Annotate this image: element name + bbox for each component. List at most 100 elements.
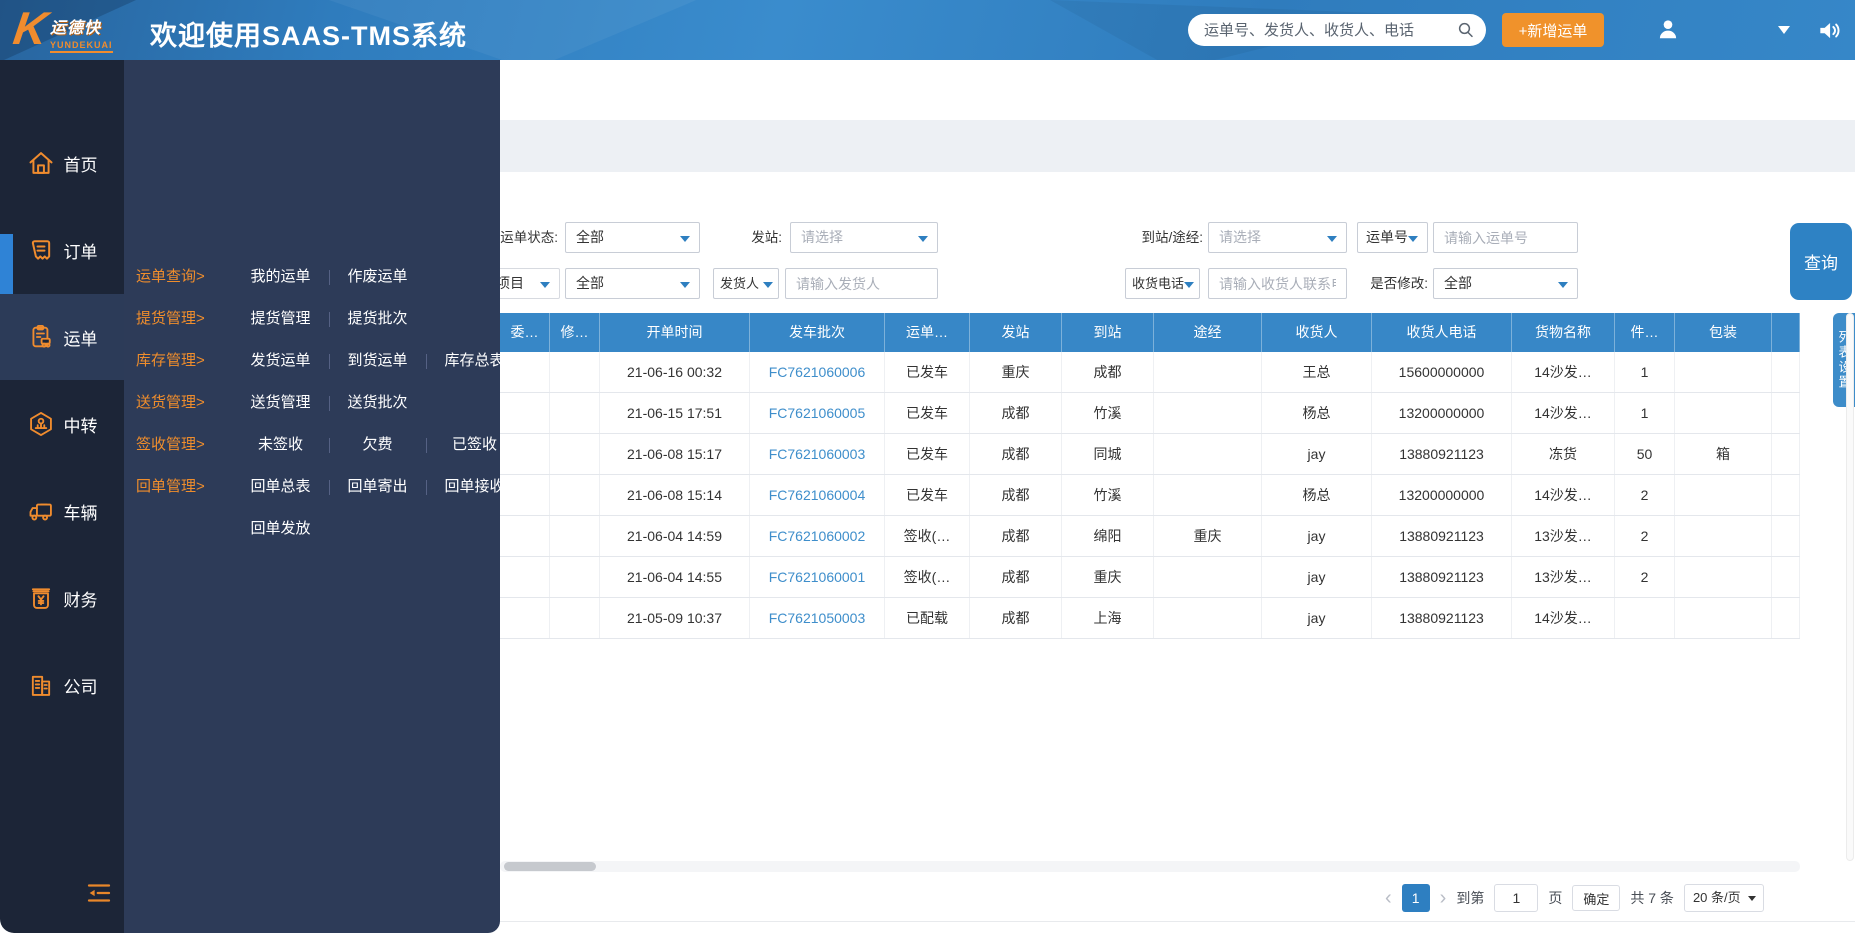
table-cell: 竹溪 xyxy=(1062,475,1154,515)
batch-link[interactable]: FC7621060001 xyxy=(750,557,885,597)
table-cell xyxy=(500,557,550,597)
submenu-group-label[interactable]: 签收管理> xyxy=(136,424,230,466)
horizontal-scrollbar[interactable] xyxy=(500,861,1800,872)
submenu-group-label[interactable]: 回单管理> xyxy=(136,466,230,508)
logo-romanized: YUNDEKUAI xyxy=(50,40,113,53)
table-cell: 成都 xyxy=(1062,352,1154,392)
submenu-item[interactable]: 回单接收 xyxy=(426,466,523,508)
goto-confirm-button[interactable]: 确定 xyxy=(1572,885,1620,911)
chevron-down-icon[interactable] xyxy=(1778,26,1790,40)
table-cell: jay xyxy=(1262,434,1372,474)
table-cell xyxy=(1675,475,1772,515)
submenu-item[interactable]: 未签收 xyxy=(232,424,329,466)
user-avatar-icon[interactable] xyxy=(1655,16,1681,42)
brand-logo[interactable]: K 运德快 YUNDEKUAI xyxy=(14,6,134,54)
table-cell: 21-06-15 17:51 xyxy=(600,393,750,433)
submenu-group-label[interactable]: 送货管理> xyxy=(136,382,230,424)
next-page-icon[interactable]: › xyxy=(1440,884,1447,912)
pagination: ‹ 1 › 到第 页 确定 共 7 条 20 条/页 xyxy=(1385,884,1764,912)
submenu-row: 回单管理>回单总表回单寄出回单接收 xyxy=(124,466,500,508)
submenu-item[interactable]: 已签收 xyxy=(426,424,523,466)
submenu-item[interactable]: 回单发放 xyxy=(232,508,329,550)
sidebar-item-company[interactable]: 公司 xyxy=(0,642,124,728)
table-cell: 杨总 xyxy=(1262,475,1372,515)
table-header-row: 委…修…开单时间发车批次运单…发站到站途经收货人收货人电话货物名称件…包装 xyxy=(500,313,1800,352)
waybill-status-select[interactable]: 全部 xyxy=(565,222,700,253)
vertical-scrollbar[interactable] xyxy=(1846,313,1854,861)
speaker-icon[interactable] xyxy=(1816,17,1842,43)
batch-link[interactable]: FC7621060005 xyxy=(750,393,885,433)
waybill-no-input[interactable] xyxy=(1433,222,1578,253)
submenu-row: 库存管理>发货运单到货运单库存总表 xyxy=(124,340,500,382)
transit-icon xyxy=(27,410,55,438)
receiver-phone-input[interactable] xyxy=(1208,268,1347,299)
batch-link[interactable]: FC7621060003 xyxy=(750,434,885,474)
fee-item-select[interactable]: 全部 xyxy=(565,268,700,299)
shipper-field-select[interactable]: 发货人 xyxy=(713,268,779,299)
submenu-row: 回单发放 xyxy=(124,508,500,550)
submenu-group-label[interactable]: 库存管理> xyxy=(136,340,230,382)
submenu-item[interactable]: 欠费 xyxy=(329,424,426,466)
search-button[interactable]: 查询 xyxy=(1790,223,1852,300)
goto-page-input[interactable] xyxy=(1494,884,1538,912)
collapse-menu-icon[interactable] xyxy=(84,878,114,908)
submenu-row: 提货管理>提货管理提货批次 xyxy=(124,298,500,340)
receiver-phone-field-select[interactable]: 收货电话 xyxy=(1125,268,1200,299)
modified-select[interactable]: 全部 xyxy=(1433,268,1578,299)
global-search-input[interactable] xyxy=(1204,14,1454,46)
table-row: 21-05-09 10:37FC7621050003已配载成都上海jay1388… xyxy=(500,598,1800,639)
sidebar-item-finance[interactable]: 财务 xyxy=(0,555,124,641)
batch-link[interactable]: FC7621060002 xyxy=(750,516,885,556)
table-cell xyxy=(1675,393,1772,433)
prev-page-icon[interactable]: ‹ xyxy=(1385,884,1392,912)
sidebar-item-orders[interactable]: 订单 xyxy=(0,207,124,293)
table-cell xyxy=(550,434,600,474)
submenu-item[interactable]: 提货管理 xyxy=(232,298,329,340)
column-header: 途经 xyxy=(1154,313,1262,352)
table-cell: 竹溪 xyxy=(1062,393,1154,433)
shipper-input[interactable] xyxy=(785,268,938,299)
submenu-item[interactable]: 回单总表 xyxy=(232,466,329,508)
table-cell xyxy=(550,598,600,638)
order-icon xyxy=(27,236,55,264)
global-search[interactable] xyxy=(1188,14,1486,46)
new-waybill-button[interactable]: +新增运单 xyxy=(1502,13,1604,47)
batch-link[interactable]: FC7621050003 xyxy=(750,598,885,638)
table-cell: 13880921123 xyxy=(1372,434,1512,474)
sidebar-item-transit[interactable]: 中转 xyxy=(0,381,124,467)
submenu-item[interactable]: 送货批次 xyxy=(329,382,426,424)
table-cell: 重庆 xyxy=(1062,557,1154,597)
submenu-item[interactable]: 发货运单 xyxy=(232,340,329,382)
table-cell: 13200000000 xyxy=(1372,393,1512,433)
submenu-group-label[interactable]: 运单查询> xyxy=(136,256,230,298)
submenu-item[interactable]: 作废运单 xyxy=(329,256,426,298)
sidebar-item-vehicles[interactable]: 车辆 xyxy=(0,468,124,554)
home-icon xyxy=(27,149,55,177)
current-page-button[interactable]: 1 xyxy=(1402,884,1430,912)
page-size-select[interactable]: 20 条/页 xyxy=(1684,884,1764,912)
waybill-table: 委…修…开单时间发车批次运单…发站到站途经收货人收货人电话货物名称件…包装 21… xyxy=(500,313,1800,639)
origin-select[interactable]: 请选择 xyxy=(790,222,938,253)
submenu-item[interactable]: 回单寄出 xyxy=(329,466,426,508)
submenu-group-label[interactable]: 提货管理> xyxy=(136,298,230,340)
table-cell: 13沙发… xyxy=(1512,516,1615,556)
submenu-item[interactable]: 到货运单 xyxy=(329,340,426,382)
dest-select[interactable]: 请选择 xyxy=(1208,222,1347,253)
submenu-item[interactable]: 提货批次 xyxy=(329,298,426,340)
waybill-no-field-select[interactable]: 运单号 xyxy=(1357,222,1428,253)
sidebar-item-waybills[interactable]: 运单 xyxy=(0,294,124,380)
scrollbar-thumb[interactable] xyxy=(504,862,596,871)
submenu-item[interactable]: 我的运单 xyxy=(232,256,329,298)
sidebar-item-home[interactable]: 首页 xyxy=(0,120,124,206)
table-cell xyxy=(1675,352,1772,392)
submenu-item[interactable]: 库存总表 xyxy=(426,340,523,382)
search-icon xyxy=(1457,21,1475,39)
table-row: 21-06-15 17:51FC7621060005已发车成都竹溪杨总13200… xyxy=(500,393,1800,434)
batch-link[interactable]: FC7621060006 xyxy=(750,352,885,392)
submenu-item[interactable]: 送货管理 xyxy=(232,382,329,424)
table-cell: 13沙发… xyxy=(1512,557,1615,597)
table-cell: 箱 xyxy=(1675,434,1772,474)
batch-link[interactable]: FC7621060004 xyxy=(750,475,885,515)
table-cell: 50 xyxy=(1615,434,1675,474)
table-cell xyxy=(500,598,550,638)
